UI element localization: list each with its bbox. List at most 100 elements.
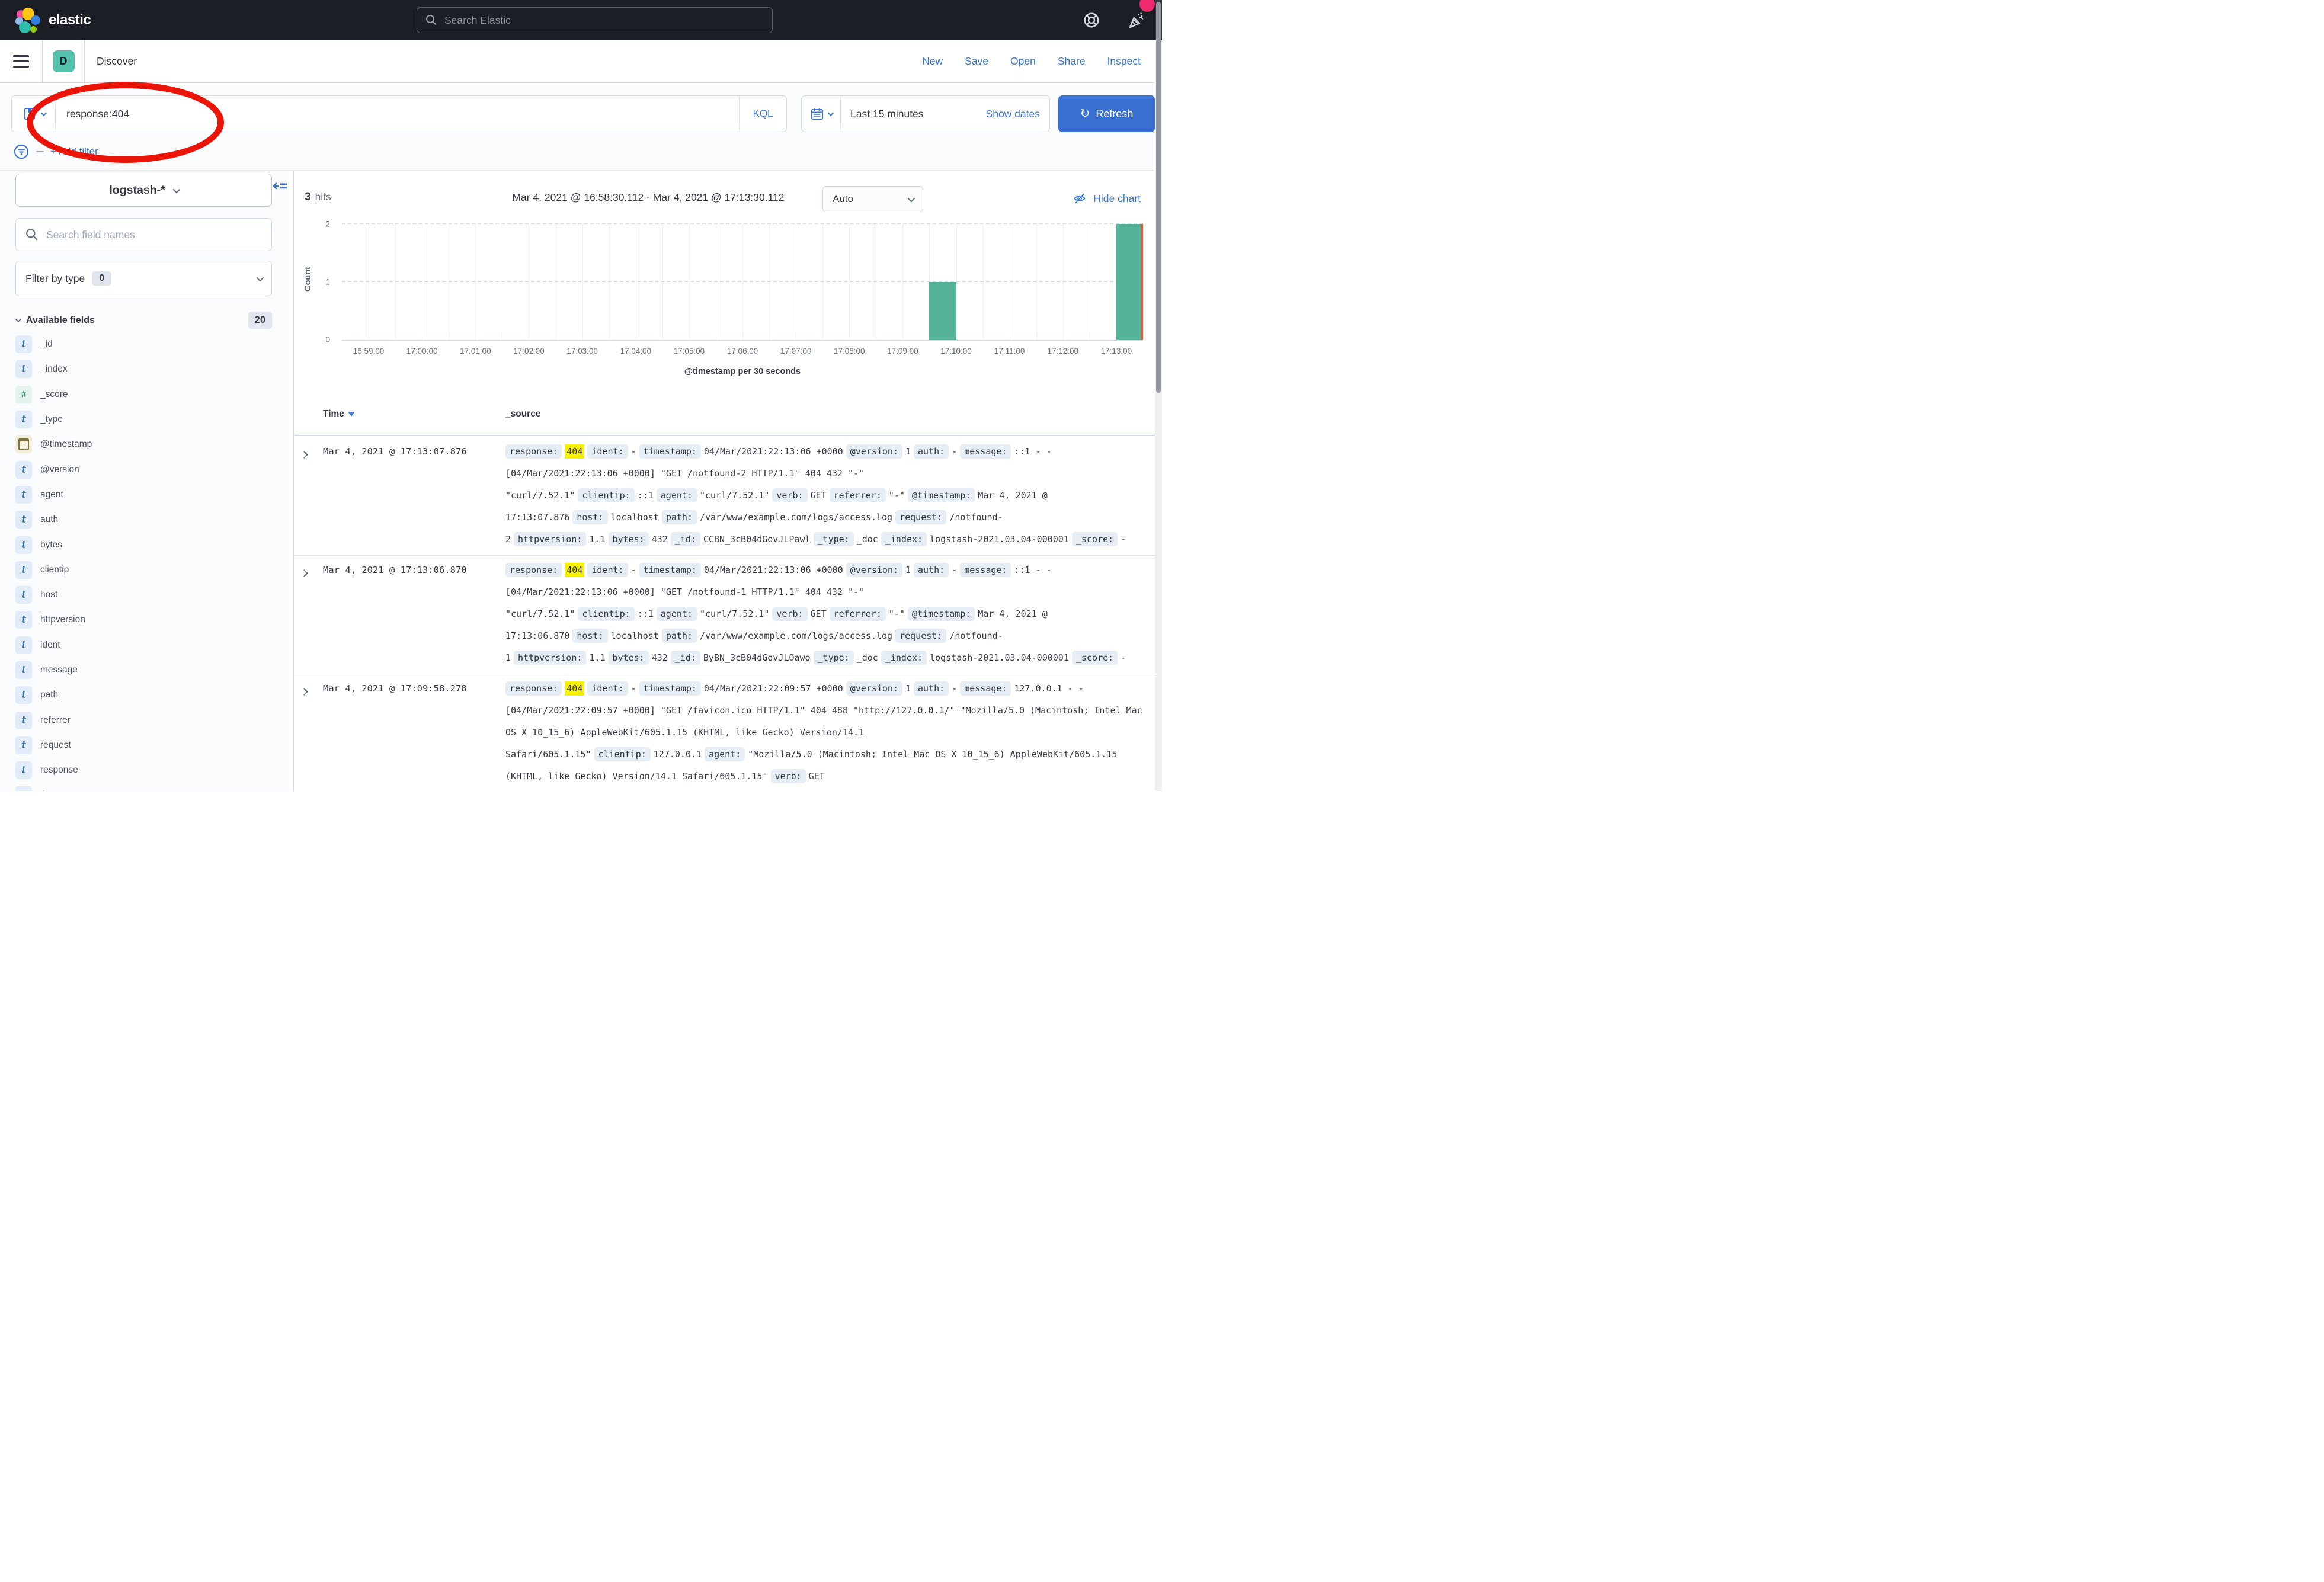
field-name-pill: path: bbox=[662, 629, 697, 643]
time-range-value[interactable]: Last 15 minutes bbox=[841, 108, 986, 120]
open-button[interactable]: Open bbox=[1010, 55, 1036, 68]
expand-row-button[interactable] bbox=[294, 441, 323, 550]
field-item-response[interactable]: response bbox=[15, 758, 272, 783]
field-item-timestamp[interactable]: timestamp bbox=[15, 783, 272, 791]
field-item-host[interactable]: host bbox=[15, 582, 272, 607]
field-item-clientip[interactable]: clientip bbox=[15, 558, 272, 582]
number-field-type-icon bbox=[15, 386, 32, 403]
chevron-right-icon bbox=[300, 451, 308, 459]
field-name-pill: verb: bbox=[772, 607, 807, 621]
expand-row-button[interactable] bbox=[294, 678, 323, 787]
refresh-button[interactable]: ↻ Refresh bbox=[1058, 95, 1155, 132]
available-fields-header[interactable]: Available fields 20 bbox=[15, 312, 272, 329]
page-scrollbar[interactable] bbox=[1155, 0, 1162, 791]
filter-by-type-select[interactable]: Filter by type 0 bbox=[15, 261, 272, 296]
field-name: _index bbox=[40, 364, 68, 374]
x-axis-ticks: 16:59:0017:00:0017:01:0017:02:0017:03:00… bbox=[342, 347, 1143, 358]
field-value: localhost bbox=[611, 630, 659, 641]
field-name-pill: clientip: bbox=[594, 747, 651, 761]
vertical-gridline bbox=[609, 224, 610, 340]
field-item-ident[interactable]: ident bbox=[15, 633, 272, 658]
field-name-pill: httpversion: bbox=[514, 532, 586, 546]
field-name: _score bbox=[40, 389, 68, 400]
help-lifebuoy-icon[interactable] bbox=[1083, 11, 1100, 29]
newsfeed-party-popper-icon[interactable] bbox=[1128, 11, 1147, 30]
histogram-bar-17:13:00[interactable] bbox=[1116, 224, 1143, 340]
field-value: - bbox=[631, 683, 636, 694]
hits-count: 3hits bbox=[305, 191, 331, 204]
new-button[interactable]: New bbox=[922, 55, 943, 68]
field-value: 127.0.0.1 bbox=[654, 749, 702, 760]
field-name-pill: host: bbox=[572, 629, 607, 643]
expand-row-button[interactable] bbox=[294, 559, 323, 669]
chart-plot-area[interactable] bbox=[342, 224, 1143, 340]
divider bbox=[84, 40, 85, 83]
elastic-brand: elastic bbox=[15, 8, 91, 33]
field-value: localhost bbox=[611, 512, 659, 523]
field-item-@timestamp[interactable]: @timestamp bbox=[15, 432, 272, 457]
hide-chart-button[interactable]: Hide chart bbox=[1073, 191, 1141, 206]
query-input[interactable] bbox=[56, 108, 739, 120]
collapse-sidebar-icon[interactable] bbox=[271, 179, 289, 197]
field-item-_score[interactable]: _score bbox=[15, 382, 272, 407]
field-search-box[interactable] bbox=[15, 218, 272, 251]
field-value: logstash-2021.03.04-000001 bbox=[930, 534, 1069, 545]
field-item-agent[interactable]: agent bbox=[15, 482, 272, 507]
field-name-pill: agent: bbox=[657, 488, 697, 502]
field-name-pill: _index: bbox=[881, 532, 927, 546]
field-value: "curl/7.52.1" bbox=[700, 609, 769, 619]
field-item-referrer[interactable]: referrer bbox=[15, 707, 272, 732]
field-item-auth[interactable]: auth bbox=[15, 507, 272, 532]
field-value: - bbox=[952, 565, 957, 575]
field-value: "-" bbox=[889, 490, 905, 501]
field-name: clientip bbox=[40, 565, 69, 575]
field-search-input[interactable] bbox=[46, 229, 262, 241]
field-name: host bbox=[40, 590, 57, 600]
chevron-right-icon bbox=[300, 569, 308, 577]
global-search-bar[interactable] bbox=[417, 7, 773, 33]
query-language-kql-button[interactable]: KQL bbox=[739, 96, 786, 132]
save-button[interactable]: Save bbox=[965, 55, 988, 68]
scrollbar-thumb[interactable] bbox=[1156, 2, 1161, 393]
time-column-header[interactable]: Time bbox=[323, 409, 355, 419]
vertical-gridline bbox=[956, 224, 957, 340]
field-name-pill: @version: bbox=[846, 681, 902, 696]
share-button[interactable]: Share bbox=[1058, 55, 1086, 68]
field-name-pill: path: bbox=[662, 510, 697, 524]
field-name-pill: @timestamp: bbox=[908, 607, 975, 621]
histogram-interval-select[interactable]: Auto bbox=[822, 186, 923, 212]
filter-icon[interactable] bbox=[13, 143, 30, 160]
field-name-pill: bytes: bbox=[609, 651, 649, 665]
menu-hamburger-icon[interactable] bbox=[13, 55, 29, 68]
show-dates-link[interactable]: Show dates bbox=[986, 108, 1049, 120]
document-source-cell: response:404ident:-timestamp:04/Mar/2021… bbox=[505, 441, 1155, 550]
date-field-type-icon bbox=[15, 435, 32, 453]
field-value: ::1 bbox=[638, 609, 654, 619]
time-range-picker: Last 15 minutes Show dates bbox=[801, 95, 1050, 132]
chevron-down-icon bbox=[828, 110, 834, 116]
field-item-message[interactable]: message bbox=[15, 658, 272, 683]
chevron-down-icon bbox=[172, 185, 180, 193]
global-search-input[interactable] bbox=[444, 14, 764, 27]
chevron-down-icon bbox=[15, 316, 21, 322]
field-item-_index[interactable]: _index bbox=[15, 357, 272, 382]
available-fields-count-badge: 20 bbox=[248, 312, 272, 329]
saved-query-menu-button[interactable] bbox=[12, 96, 56, 132]
field-item-path[interactable]: path bbox=[15, 683, 272, 707]
inspect-button[interactable]: Inspect bbox=[1107, 55, 1141, 68]
histogram-chart[interactable]: Count 012 16:59:0017:00:0017:01:0017:02:… bbox=[294, 215, 1155, 387]
field-value: 04/Mar/2021:22:09:57 +0000 bbox=[704, 683, 843, 694]
field-item-bytes[interactable]: bytes bbox=[15, 532, 272, 557]
date-quick-select-button[interactable] bbox=[802, 96, 841, 132]
field-name: @version bbox=[40, 465, 79, 475]
index-pattern-select[interactable]: logstash-* bbox=[15, 174, 272, 207]
x-tick-label: 17:01:00 bbox=[460, 347, 491, 356]
histogram-bar-17:09:30[interactable] bbox=[929, 282, 956, 340]
field-item-_type[interactable]: _type bbox=[15, 407, 272, 432]
add-filter-button[interactable]: + Add filter bbox=[50, 146, 98, 158]
field-item-request[interactable]: request bbox=[15, 733, 272, 758]
field-item-httpversion[interactable]: httpversion bbox=[15, 607, 272, 632]
discover-app-badge[interactable]: D bbox=[53, 50, 75, 72]
field-item-@version[interactable]: @version bbox=[15, 457, 272, 482]
field-item-_id[interactable]: _id bbox=[15, 332, 272, 357]
